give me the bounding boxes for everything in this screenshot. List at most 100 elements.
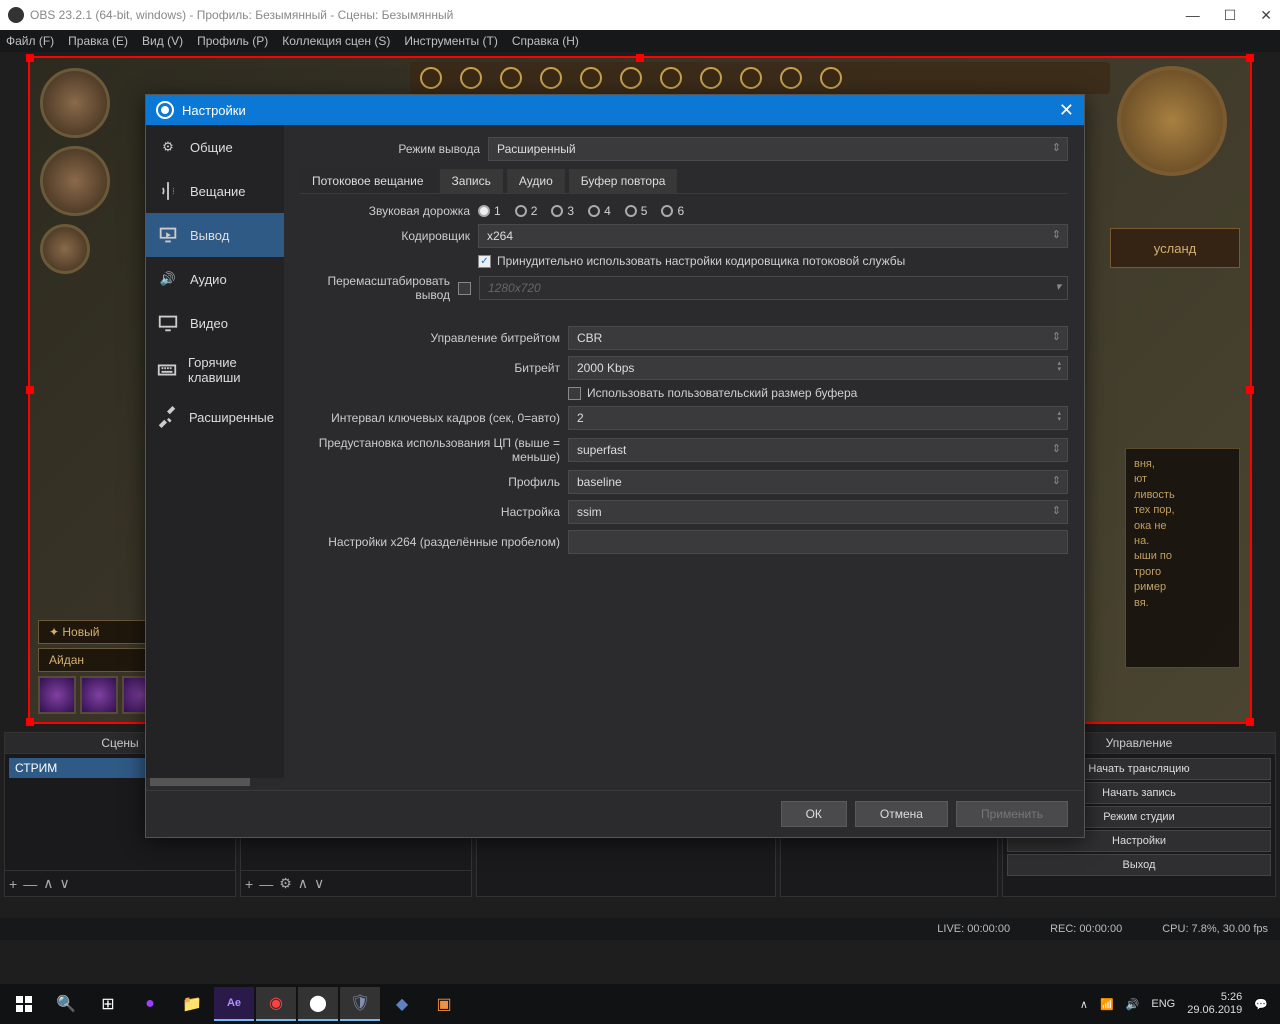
- taskbar-ae[interactable]: Ae: [214, 987, 254, 1021]
- search-icon[interactable]: 🔍: [46, 987, 86, 1021]
- tune-select[interactable]: ssim: [568, 500, 1068, 524]
- app-icon: [8, 7, 24, 23]
- tab-recording[interactable]: Запись: [440, 169, 503, 193]
- game-seal: [1117, 66, 1227, 176]
- game-portrait: [40, 146, 110, 216]
- add-source-button[interactable]: +: [245, 876, 253, 892]
- close-button[interactable]: ✕: [1260, 7, 1272, 24]
- add-scene-button[interactable]: +: [9, 876, 17, 892]
- x264opts-input[interactable]: [568, 530, 1068, 554]
- windows-taskbar: 🔍 ⊞ ● 📁 Ae ◉ ⬤ 🛡 ◆ ▣ ∧ 📶 🔊 ENG 5:26 29.0…: [0, 984, 1280, 1024]
- source-settings-button[interactable]: ⚙: [279, 875, 292, 892]
- menu-file[interactable]: Файл (F): [6, 34, 54, 48]
- taskbar-game[interactable]: 🛡: [340, 987, 380, 1021]
- game-portrait: [40, 224, 90, 274]
- maximize-button[interactable]: ☐: [1224, 7, 1237, 24]
- track-1-radio[interactable]: 1: [478, 204, 501, 218]
- cancel-button[interactable]: Отмена: [855, 801, 948, 827]
- x264opts-label: Настройки x264 (разделённые пробелом): [300, 535, 560, 549]
- minimize-button[interactable]: —: [1186, 7, 1200, 24]
- taskbar-app[interactable]: ●: [130, 987, 170, 1021]
- rate-control-select[interactable]: CBR: [568, 326, 1068, 350]
- tray-volume-icon[interactable]: 🔊: [1126, 998, 1140, 1011]
- antenna-icon: [156, 179, 180, 203]
- sidebar-item-general[interactable]: ⚙ Общие: [146, 125, 284, 169]
- taskbar-explorer[interactable]: 📁: [172, 987, 212, 1021]
- track-2-radio[interactable]: 2: [515, 204, 538, 218]
- keyint-label: Интервал ключевых кадров (сек, 0=авто): [300, 411, 560, 425]
- track-3-radio[interactable]: 3: [551, 204, 574, 218]
- window-titlebar: OBS 23.2.1 (64-bit, windows) - Профиль: …: [0, 0, 1280, 30]
- sidebar-item-hotkeys[interactable]: Горячие клавиши: [146, 345, 284, 395]
- track-5-radio[interactable]: 5: [625, 204, 648, 218]
- game-nameplate: усланд: [1110, 228, 1240, 268]
- source-down-button[interactable]: ∨: [314, 875, 324, 892]
- sidebar-item-audio[interactable]: 🔊 Аудио: [146, 257, 284, 301]
- game-name: Айдан: [38, 648, 160, 672]
- source-up-button[interactable]: ∧: [298, 875, 308, 892]
- menu-profile[interactable]: Профиль (P): [197, 34, 268, 48]
- scene-up-button[interactable]: ∧: [43, 875, 53, 892]
- tab-streaming[interactable]: Потоковое вещание: [300, 169, 436, 193]
- dialog-close-button[interactable]: ✕: [1059, 100, 1074, 121]
- remove-source-button[interactable]: —: [259, 876, 273, 892]
- remove-scene-button[interactable]: —: [23, 876, 37, 892]
- preset-select[interactable]: superfast: [568, 438, 1068, 462]
- taskbar-browser[interactable]: ◉: [256, 987, 296, 1021]
- dialog-titlebar[interactable]: Настройки ✕: [146, 95, 1084, 125]
- exit-button[interactable]: Выход: [1007, 854, 1271, 876]
- start-button[interactable]: [4, 987, 44, 1021]
- game-new-button: ✦ Новый: [38, 620, 160, 644]
- tab-replay-buffer[interactable]: Буфер повтора: [569, 169, 678, 193]
- sidebar-item-stream[interactable]: Вещание: [146, 169, 284, 213]
- status-bar: LIVE: 00:00:00 REC: 00:00:00 CPU: 7.8%, …: [0, 918, 1280, 940]
- tray-notifications-icon[interactable]: 💬: [1254, 998, 1268, 1011]
- menu-view[interactable]: Вид (V): [142, 34, 183, 48]
- speaker-icon: 🔊: [156, 267, 180, 291]
- tray-language[interactable]: ENG: [1151, 998, 1175, 1010]
- taskbar-app3[interactable]: ▣: [424, 987, 464, 1021]
- dialog-title: Настройки: [182, 103, 246, 118]
- menu-tools[interactable]: Инструменты (T): [404, 34, 497, 48]
- ok-button[interactable]: ОК: [781, 801, 847, 827]
- track-4-radio[interactable]: 4: [588, 204, 611, 218]
- settings-dialog: Настройки ✕ ⚙ Общие Вещание Вывод 🔊 Ауди…: [145, 94, 1085, 838]
- rescale-checkbox[interactable]: [458, 282, 471, 295]
- profile-label: Профиль: [300, 475, 560, 489]
- menu-scene-collection[interactable]: Коллекция сцен (S): [282, 34, 390, 48]
- tray-up-icon[interactable]: ∧: [1080, 998, 1088, 1011]
- sidebar-item-output[interactable]: Вывод: [146, 213, 284, 257]
- scene-down-button[interactable]: ∨: [59, 875, 69, 892]
- audio-track-label: Звуковая дорожка: [300, 204, 470, 218]
- sidebar-item-video[interactable]: Видео: [146, 301, 284, 345]
- display-icon: [156, 311, 180, 335]
- tab-audio[interactable]: Аудио: [507, 169, 565, 193]
- track-6-radio[interactable]: 6: [661, 204, 684, 218]
- force-encoder-checkbox[interactable]: ✓Принудительно использовать настройки ко…: [478, 254, 1068, 268]
- menu-help[interactable]: Справка (H): [512, 34, 579, 48]
- output-mode-label: Режим вывода: [300, 142, 480, 156]
- taskview-icon[interactable]: ⊞: [88, 987, 128, 1021]
- settings-content: Режим вывода Расширенный Потоковое вещан…: [284, 125, 1084, 778]
- menu-edit[interactable]: Правка (E): [68, 34, 128, 48]
- custom-buffer-checkbox[interactable]: Использовать пользовательский размер буф…: [568, 386, 1068, 400]
- encoder-select[interactable]: x264: [478, 224, 1068, 248]
- keyint-input[interactable]: 2: [568, 406, 1068, 430]
- keyboard-icon: [156, 358, 178, 382]
- taskbar-obs[interactable]: ⬤: [298, 987, 338, 1021]
- bitrate-input[interactable]: 2000 Kbps: [568, 356, 1068, 380]
- output-mode-select[interactable]: Расширенный: [488, 137, 1068, 161]
- apply-button[interactable]: Применить: [956, 801, 1068, 827]
- tray-wifi-icon[interactable]: 📶: [1100, 998, 1114, 1011]
- rate-control-label: Управление битрейтом: [300, 331, 560, 345]
- profile-select[interactable]: baseline: [568, 470, 1068, 494]
- taskbar-app2[interactable]: ◆: [382, 987, 422, 1021]
- sidebar-scrollbar[interactable]: [150, 778, 280, 786]
- rescale-select: 1280x720: [479, 276, 1068, 300]
- status-cpu: CPU: 7.8%, 30.00 fps: [1162, 923, 1268, 935]
- game-textbox: вня, ют ливость тех пор, ока не на. ыши …: [1125, 448, 1240, 668]
- obs-icon: [156, 101, 174, 119]
- status-rec: REC: 00:00:00: [1050, 923, 1122, 935]
- tray-clock[interactable]: 5:26 29.06.2019: [1187, 991, 1242, 1017]
- sidebar-item-advanced[interactable]: Расширенные: [146, 395, 284, 439]
